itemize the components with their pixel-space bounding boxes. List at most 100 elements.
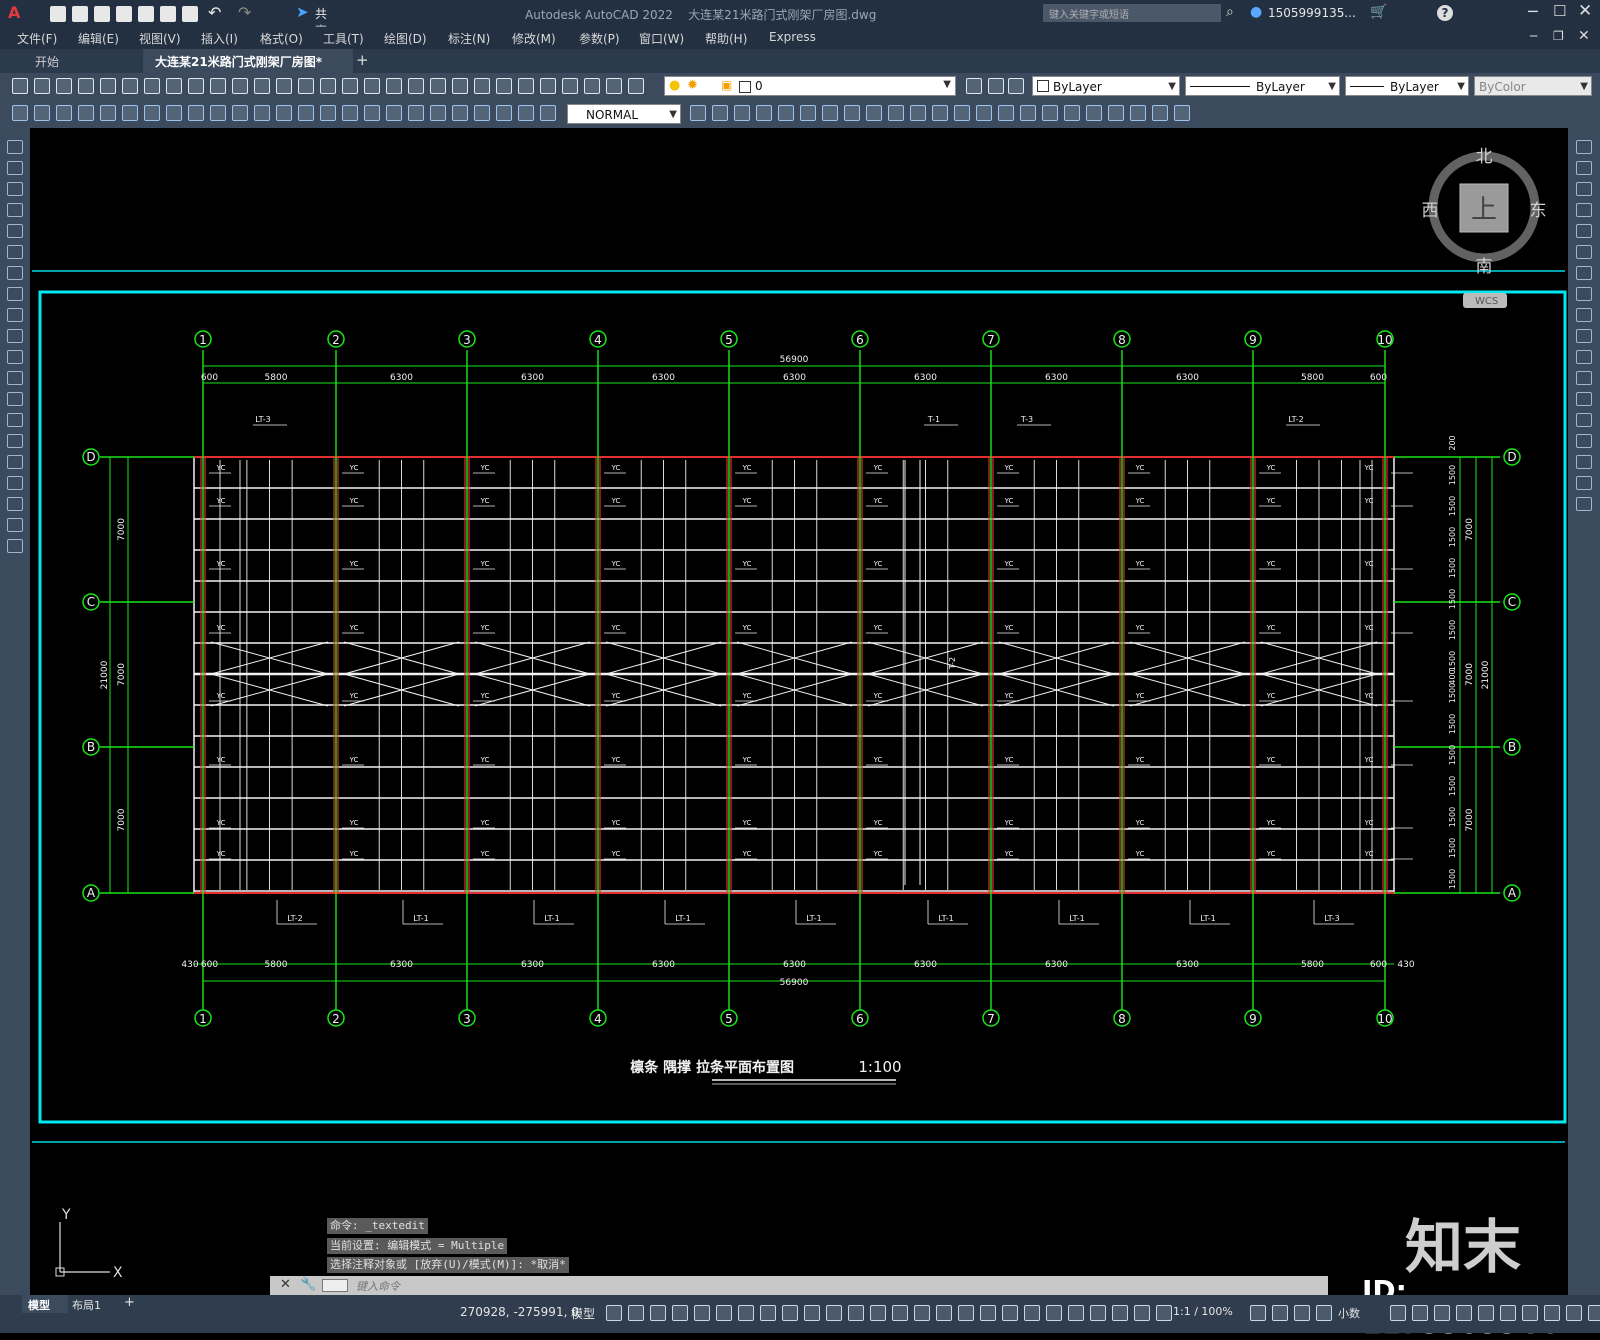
- modify-tool-16-icon[interactable]: [1576, 455, 1592, 469]
- draw-tool-14-icon[interactable]: [7, 413, 23, 427]
- tool-41-icon[interactable]: [1020, 105, 1036, 121]
- units-setting[interactable]: 小数: [1338, 1305, 1360, 1321]
- status-toggle-15-icon[interactable]: [914, 1305, 930, 1321]
- status-toggle-5-icon[interactable]: [694, 1305, 710, 1321]
- viewcube-top[interactable]: 上: [1471, 195, 1497, 225]
- draw-tool-7-icon[interactable]: [7, 266, 23, 280]
- tool-24-icon[interactable]: [518, 105, 534, 121]
- toolbar-20-icon[interactable]: [430, 78, 446, 94]
- tool-6-icon[interactable]: [122, 105, 138, 121]
- viewcube-west[interactable]: 西: [1422, 201, 1439, 221]
- tool-29-icon[interactable]: [756, 105, 772, 121]
- status-toggle-4-icon[interactable]: [672, 1305, 688, 1321]
- tool-38-icon[interactable]: [954, 105, 970, 121]
- redo-icon[interactable]: ↷: [238, 3, 251, 22]
- toolbar-8-icon[interactable]: [166, 78, 182, 94]
- draw-tool-11-icon[interactable]: [7, 350, 23, 364]
- toolbar-9-icon[interactable]: [188, 78, 204, 94]
- status-toggle-12-icon[interactable]: [848, 1305, 864, 1321]
- modify-tool-6-icon[interactable]: [1576, 245, 1592, 259]
- status-toggle-10-icon[interactable]: [804, 1305, 820, 1321]
- modify-tool-8-icon[interactable]: [1576, 287, 1592, 301]
- tool-18-icon[interactable]: [386, 105, 402, 121]
- add-tab-button[interactable]: +: [356, 51, 369, 69]
- tool-16-icon[interactable]: [342, 105, 358, 121]
- modify-tool-4-icon[interactable]: [1576, 203, 1592, 217]
- tool-35-icon[interactable]: [888, 105, 904, 121]
- linetype-combo[interactable]: ByLayer ▼: [1185, 76, 1340, 96]
- status-toggle-25-icon[interactable]: [1134, 1305, 1150, 1321]
- web-save-icon[interactable]: [160, 6, 176, 22]
- status-toggle-31-icon[interactable]: [1390, 1305, 1406, 1321]
- toolbar-28-icon[interactable]: [606, 78, 622, 94]
- color-combo[interactable]: ByLayer ▼: [1032, 76, 1180, 96]
- tool-37-icon[interactable]: [932, 105, 948, 121]
- help-icon[interactable]: ?: [1437, 5, 1453, 21]
- command-prompt-icon[interactable]: [322, 1279, 348, 1292]
- menu-help[interactable]: 帮助(H): [705, 30, 747, 47]
- modify-tool-2-icon[interactable]: [1576, 161, 1592, 175]
- annotation-scale[interactable]: 1:1 / 100%: [1173, 1305, 1233, 1318]
- layer-combo[interactable]: ● ✹ ▣ 0 ▼: [664, 76, 956, 96]
- toolbar-13-icon[interactable]: [276, 78, 292, 94]
- toolbar-23-icon[interactable]: [496, 78, 512, 94]
- web-open-icon[interactable]: [138, 6, 154, 22]
- tool-27-icon[interactable]: [712, 105, 728, 121]
- toolbar-24-icon[interactable]: [518, 78, 534, 94]
- modify-tool-9-icon[interactable]: [1576, 308, 1592, 322]
- status-toggle-28-icon[interactable]: [1272, 1305, 1288, 1321]
- status-toggle-24-icon[interactable]: [1112, 1305, 1128, 1321]
- status-toggle-23-icon[interactable]: [1090, 1305, 1106, 1321]
- draw-tool-3-icon[interactable]: [7, 182, 23, 196]
- tool-34-icon[interactable]: [866, 105, 882, 121]
- toolbar-2-icon[interactable]: [34, 78, 50, 94]
- tool-2-icon[interactable]: [34, 105, 50, 121]
- status-toggle-8-icon[interactable]: [760, 1305, 776, 1321]
- modify-tool-17-icon[interactable]: [1576, 476, 1592, 490]
- draw-tool-9-icon[interactable]: [7, 308, 23, 322]
- status-toggle-2-icon[interactable]: [628, 1305, 644, 1321]
- search-box[interactable]: 键入关键字或短语: [1043, 4, 1221, 22]
- viewcube-north[interactable]: 北: [1476, 147, 1493, 167]
- chevron-down-icon[interactable]: ▼: [943, 79, 951, 90]
- tool-26-icon[interactable]: [690, 105, 706, 121]
- lineweight-combo[interactable]: ByLayer ▼: [1345, 76, 1469, 96]
- draw-tool-16-icon[interactable]: [7, 455, 23, 469]
- tool-9-icon[interactable]: [188, 105, 204, 121]
- customize-icon[interactable]: 🔧: [300, 1277, 316, 1292]
- tool-22-icon[interactable]: [474, 105, 490, 121]
- menu-express[interactable]: Express: [769, 30, 816, 44]
- menu-insert[interactable]: 插入(I): [201, 30, 238, 47]
- draw-tool-5-icon[interactable]: [7, 224, 23, 238]
- close-command-icon[interactable]: ✕: [280, 1277, 291, 1292]
- tool-31-icon[interactable]: [800, 105, 816, 121]
- tool-46-icon[interactable]: [1130, 105, 1146, 121]
- viewcube-south[interactable]: 南: [1476, 257, 1493, 277]
- status-toggle-27-icon[interactable]: [1250, 1305, 1266, 1321]
- status-toggle-19-icon[interactable]: [1002, 1305, 1018, 1321]
- toolbar-19-icon[interactable]: [408, 78, 424, 94]
- search-icon[interactable]: ⌕: [1226, 4, 1234, 20]
- status-toggle-39-icon[interactable]: [1566, 1305, 1582, 1321]
- bulb-icon[interactable]: ●: [669, 78, 680, 93]
- status-toggle-9-icon[interactable]: [782, 1305, 798, 1321]
- modify-tool-7-icon[interactable]: [1576, 266, 1592, 280]
- tool-23-icon[interactable]: [496, 105, 512, 121]
- toolbar-4-icon[interactable]: [78, 78, 94, 94]
- toolbar-30-icon[interactable]: [966, 78, 982, 94]
- modify-tool-10-icon[interactable]: [1576, 329, 1592, 343]
- status-toggle-13-icon[interactable]: [870, 1305, 886, 1321]
- minimize-icon[interactable]: ─: [1528, 2, 1538, 21]
- plotstyle-combo[interactable]: ByColor ▼: [1474, 76, 1592, 96]
- tab-model[interactable]: 模型: [22, 1295, 68, 1313]
- modify-tool-1-icon[interactable]: [1576, 140, 1592, 154]
- toolbar-18-icon[interactable]: [386, 78, 402, 94]
- modify-tool-13-icon[interactable]: [1576, 392, 1592, 406]
- status-toggle-14-icon[interactable]: [892, 1305, 908, 1321]
- coordinates-readout[interactable]: 270928, -275991, 0: [460, 1305, 579, 1319]
- status-toggle-26-icon[interactable]: [1156, 1305, 1172, 1321]
- status-toggle-6-icon[interactable]: [716, 1305, 732, 1321]
- draw-tool-13-icon[interactable]: [7, 392, 23, 406]
- sun-icon[interactable]: ✹: [687, 78, 698, 93]
- status-toggle-3-icon[interactable]: [650, 1305, 666, 1321]
